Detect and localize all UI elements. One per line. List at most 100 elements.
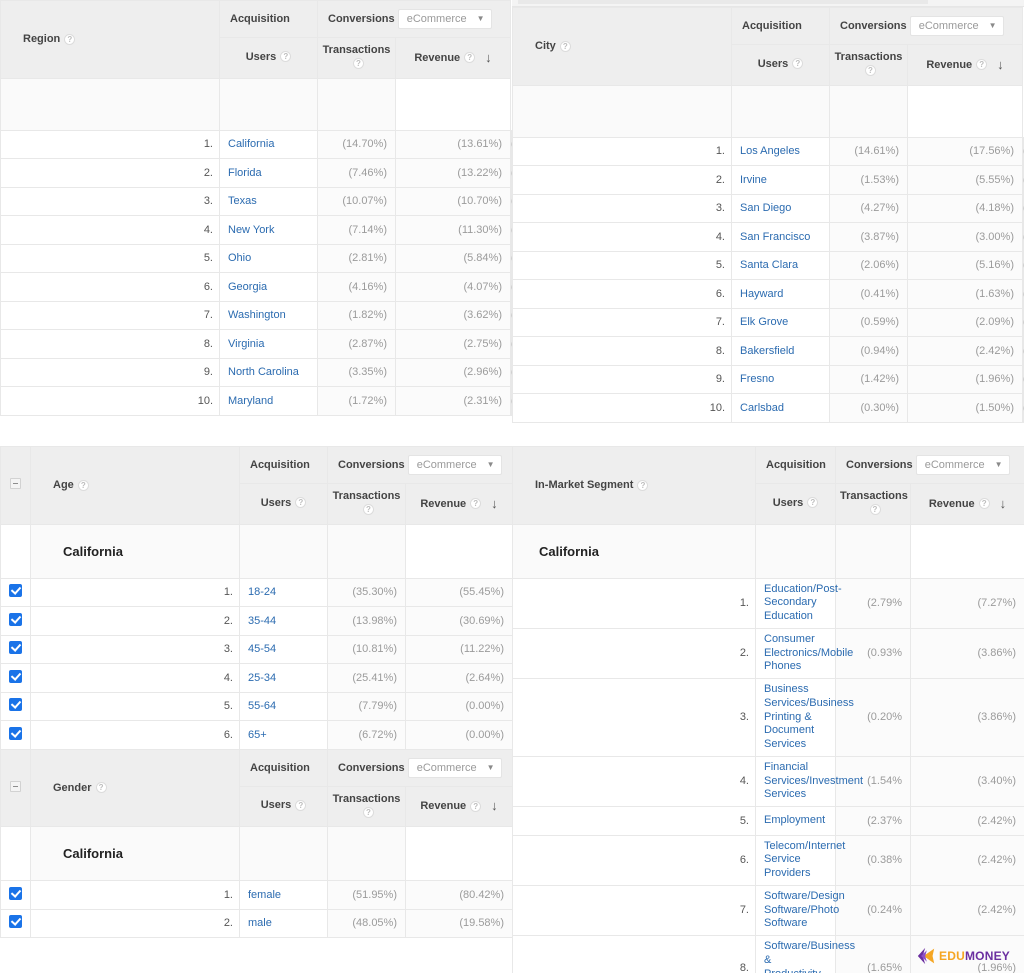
row-label[interactable]: Texas bbox=[219, 186, 318, 216]
transactions-column-header[interactable]: Transactions? bbox=[835, 483, 911, 525]
conversions-metric-select[interactable]: eCommerce ▼ bbox=[397, 9, 492, 29]
table-row[interactable]: 9.North Carolina(3.35%)(2.96%)(2.79%) bbox=[0, 357, 550, 387]
help-icon[interactable]: ? bbox=[64, 33, 76, 45]
row-label[interactable]: Irvine bbox=[731, 165, 830, 195]
table-row[interactable]: 7.Washington(1.82%)(3.62%)(3.21%) bbox=[0, 300, 550, 330]
row-label[interactable]: Telecom/Internet Service Providers bbox=[755, 834, 845, 886]
transactions-column-header[interactable]: Transactions? bbox=[327, 785, 406, 827]
row-label[interactable]: Education/Post-Secondary Education bbox=[755, 577, 842, 629]
row-label[interactable]: Ohio bbox=[219, 243, 318, 273]
revenue-column-header[interactable]: Revenue? ↓ bbox=[907, 44, 1023, 86]
table-row[interactable]: 1.Los Angeles(14.61%)(17.56%)(16.41%) bbox=[512, 136, 1024, 166]
sort-descending-icon[interactable]: ↓ bbox=[485, 50, 492, 66]
table-row[interactable]: 4. Financial Services/Investment Services… bbox=[512, 755, 1024, 808]
row-label[interactable]: California bbox=[219, 129, 318, 159]
row-label[interactable]: Santa Clara bbox=[731, 250, 830, 280]
help-icon[interactable]: ? bbox=[637, 479, 649, 491]
help-icon[interactable]: ? bbox=[363, 806, 374, 818]
sort-descending-icon[interactable]: ↓ bbox=[1000, 496, 1007, 512]
city-dimension-header[interactable]: City? bbox=[512, 7, 732, 86]
table-row[interactable]: 5.Santa Clara(2.06%)(5.16%)(4.02%) bbox=[512, 250, 1024, 280]
revenue-column-header[interactable]: Revenue? ↓ bbox=[405, 785, 513, 827]
table-row[interactable]: 1.18-24(35.30%)(55.45%)(51.75%) bbox=[0, 577, 558, 607]
row-checkbox[interactable] bbox=[0, 577, 31, 607]
sort-descending-icon[interactable]: ↓ bbox=[491, 798, 498, 814]
row-checkbox[interactable] bbox=[0, 908, 31, 938]
age-dimension-header[interactable]: Age? bbox=[30, 446, 240, 525]
help-icon[interactable]: ? bbox=[295, 799, 307, 811]
table-row[interactable]: 8.Virginia(2.87%)(2.75%)(3.01%) bbox=[0, 329, 550, 359]
help-icon[interactable]: ? bbox=[869, 504, 881, 516]
table-row[interactable]: 9.Fresno(1.42%)(1.96%)(1.81%) bbox=[512, 364, 1024, 394]
row-checkbox[interactable] bbox=[0, 691, 31, 721]
help-icon[interactable]: ? bbox=[464, 52, 476, 64]
table-row[interactable]: 6. Telecom/Internet Service Providers (0.3… bbox=[512, 834, 1024, 886]
row-label[interactable]: Business Services/Business Printing & Do… bbox=[755, 678, 854, 757]
row-label[interactable]: 35-44 bbox=[239, 606, 328, 636]
table-row[interactable]: 2.male(48.05%)(19.58%)(21.52%) bbox=[0, 908, 558, 938]
table-row[interactable]: 3.Texas(10.07%)(10.70%)(10.69%) bbox=[0, 186, 556, 216]
table-row[interactable]: 8.Bakersfield(0.94%)(2.42%)(2.31%) bbox=[512, 336, 1024, 366]
users-column-header[interactable]: Users? bbox=[731, 44, 830, 86]
table-row[interactable]: 7. Software/Design Software/Photo Softwar… bbox=[512, 884, 1024, 937]
region-dimension-header[interactable]: Region? bbox=[0, 0, 220, 79]
table-row[interactable]: 1.California(14.70%)(13.61%)(15.25%) bbox=[0, 129, 556, 159]
table-row[interactable]: 7.Elk Grove(0.59%)(2.09%)(2.54%) bbox=[512, 307, 1024, 337]
row-label[interactable]: Financial Services/Investment Services bbox=[755, 755, 863, 808]
transactions-column-header[interactable]: Transactions? bbox=[317, 37, 396, 79]
help-icon[interactable]: ? bbox=[792, 58, 804, 70]
help-icon[interactable]: ? bbox=[559, 40, 571, 52]
table-row[interactable]: 10.Carlsbad(0.30%)(1.50%)(1.61%) bbox=[512, 393, 1024, 423]
help-icon[interactable]: ? bbox=[353, 58, 364, 70]
table-row[interactable]: 3. Business Services/Business Printing & … bbox=[512, 678, 1024, 757]
table-row[interactable]: 2. Consumer Electronics/Mobile Phones (0.9… bbox=[512, 627, 1024, 680]
table-row[interactable]: 1.female(51.95%)(80.42%)(78.48%) bbox=[0, 880, 558, 910]
gender-dimension-header[interactable]: Gender? bbox=[30, 748, 240, 827]
help-icon[interactable]: ? bbox=[295, 497, 307, 509]
transactions-column-header[interactable]: Transactions? bbox=[829, 44, 908, 86]
row-label[interactable]: North Carolina bbox=[219, 357, 318, 387]
row-label[interactable]: 65+ bbox=[239, 720, 328, 750]
row-checkbox[interactable] bbox=[0, 720, 31, 750]
row-label[interactable]: Software/Design Software/Photo Software bbox=[755, 884, 845, 937]
row-label[interactable]: Carlsbad bbox=[731, 393, 830, 423]
row-label[interactable]: Washington bbox=[219, 300, 318, 330]
row-label[interactable]: New York bbox=[219, 215, 318, 245]
row-checkbox[interactable] bbox=[0, 634, 31, 664]
table-row[interactable]: 5.55-64(7.79%)(0.00%)(0.00%) bbox=[0, 691, 552, 721]
table-row[interactable]: 3.San Diego(4.27%)(4.18%)(6.87%) bbox=[512, 193, 1024, 223]
table-row[interactable]: 6.Georgia(4.16%)(4.07%)(3.96%) bbox=[0, 272, 550, 302]
row-label[interactable]: Bakersfield bbox=[731, 336, 830, 366]
sort-descending-icon[interactable]: ↓ bbox=[997, 57, 1004, 73]
table-row[interactable]: 3.45-54(10.81%)(11.22%)(6.86%) bbox=[0, 634, 552, 664]
row-label[interactable]: 45-54 bbox=[239, 634, 328, 664]
row-label[interactable]: Hayward bbox=[731, 279, 830, 309]
table-row[interactable]: 5.Ohio(2.81%)(5.84%)(8.02%) bbox=[0, 243, 550, 273]
row-label[interactable]: Software/Business & Productivity Softwar… bbox=[755, 935, 855, 973]
table-row[interactable]: 4.New York(7.14%)(11.30%)(9.77%) bbox=[0, 215, 550, 245]
table-row[interactable]: 6.Hayward(0.41%)(1.63%)(2.77%) bbox=[512, 279, 1024, 309]
help-icon[interactable]: ? bbox=[470, 498, 482, 510]
users-column-header[interactable]: Users? bbox=[239, 785, 328, 827]
row-label[interactable]: 55-64 bbox=[239, 691, 328, 721]
help-icon[interactable]: ? bbox=[807, 497, 819, 509]
users-column-header[interactable]: Users? bbox=[755, 483, 836, 525]
help-icon[interactable]: ? bbox=[470, 800, 482, 812]
revenue-column-header[interactable]: Revenue? ↓ bbox=[910, 483, 1024, 525]
row-label[interactable]: 25-34 bbox=[239, 663, 328, 693]
row-label[interactable]: Los Angeles bbox=[731, 136, 830, 166]
sort-descending-icon[interactable]: ↓ bbox=[491, 496, 498, 512]
row-label[interactable]: Florida bbox=[219, 158, 318, 188]
row-checkbox[interactable] bbox=[0, 606, 31, 636]
row-label[interactable]: Georgia bbox=[219, 272, 318, 302]
row-label[interactable]: Elk Grove bbox=[731, 307, 830, 337]
row-checkbox[interactable] bbox=[0, 880, 31, 910]
help-icon[interactable]: ? bbox=[95, 782, 107, 794]
row-label[interactable]: Fresno bbox=[731, 364, 830, 394]
table-row[interactable]: 2.35-44(13.98%)(30.69%)(40.74%) bbox=[0, 606, 558, 636]
table-row[interactable]: 4.San Francisco(3.87%)(3.00%)(4.05%) bbox=[512, 222, 1024, 252]
transactions-column-header[interactable]: Transactions? bbox=[327, 483, 406, 525]
row-label[interactable]: San Francisco bbox=[731, 222, 830, 252]
users-column-header[interactable]: Users? bbox=[239, 483, 328, 525]
table-row[interactable]: 4.25-34(25.41%)(2.64%)(0.65%) bbox=[0, 663, 552, 693]
